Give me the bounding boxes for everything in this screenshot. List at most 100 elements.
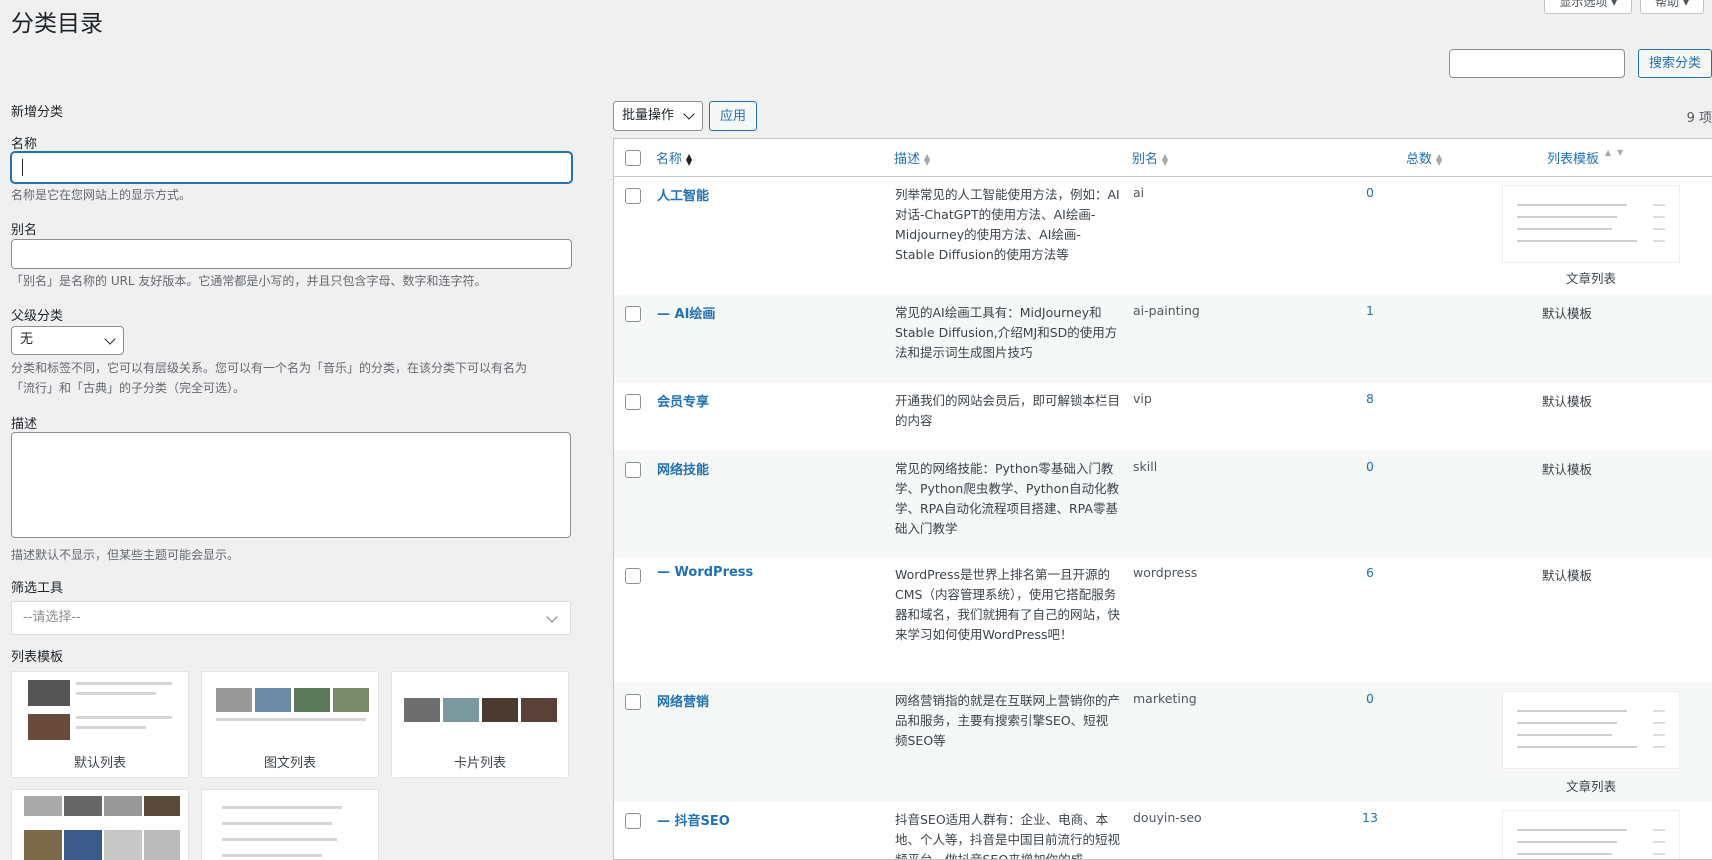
category-slug: vip <box>1133 391 1152 406</box>
text-caret <box>22 159 23 176</box>
category-name-link[interactable]: — WordPress <box>657 565 753 580</box>
page-title: 分类目录 <box>11 11 103 37</box>
table-row: — 抖音SEO 抖音SEO适用人群有：企业、电商、本地、个人等，抖音是中国目前流… <box>614 802 1712 860</box>
category-name-link[interactable]: 网络技能 <box>657 459 709 478</box>
category-count-link[interactable]: 8 <box>1355 391 1385 406</box>
thumbnail-line <box>222 838 337 841</box>
category-slug: douyin-seo <box>1133 810 1202 825</box>
row-checkbox[interactable] <box>625 462 641 478</box>
name-field[interactable] <box>11 152 572 183</box>
thumbnail-image <box>64 830 102 860</box>
select-all-checkbox[interactable] <box>625 150 641 166</box>
screen-options-bar: 显示选项 ▾ 帮助 ▾ <box>1544 0 1704 14</box>
thumbnail-image <box>294 688 330 712</box>
screen-options-tab[interactable]: 显示选项 ▾ <box>1544 0 1633 14</box>
table-row: 会员专享 开通我们的网站会员后，即可解锁本栏目的内容 vip 8 默认模板 <box>614 383 1712 451</box>
thumbnail-image <box>521 698 557 722</box>
search-categories-button[interactable]: 搜索分类 <box>1638 49 1712 78</box>
thumbnail-line <box>222 822 332 825</box>
category-name-link[interactable]: — 抖音SEO <box>657 810 730 829</box>
template-card-list[interactable]: 卡片列表 <box>391 671 569 778</box>
column-list-template[interactable]: 列表模板 ▲ ▼ <box>1547 148 1623 167</box>
description-textarea[interactable] <box>11 432 571 538</box>
thumbnail-line <box>222 854 322 857</box>
filter-tool-label: 筛选工具 <box>11 581 64 596</box>
template-name: 默认模板 <box>1541 394 1592 409</box>
row-checkbox[interactable] <box>625 813 641 829</box>
column-slug[interactable]: 别名 ▲ ▼ <box>1132 148 1168 167</box>
bulk-actions-select[interactable]: 批量操作 <box>613 101 703 131</box>
template-image-text-list[interactable]: 图文列表 <box>201 671 379 778</box>
thumbnail-image <box>333 688 369 712</box>
category-count-link[interactable]: 13 <box>1355 810 1385 825</box>
template-default-list[interactable]: 默认列表 <box>11 671 189 778</box>
row-checkbox[interactable] <box>625 188 641 204</box>
category-name-link[interactable]: — AI绘画 <box>657 303 715 322</box>
template-name: 默认模板 <box>1541 306 1592 321</box>
description-hint: 描述默认不显示，但某些主题可能会显示。 <box>11 548 240 562</box>
thumbnail-line <box>216 718 366 721</box>
template-grid-list[interactable] <box>11 789 189 860</box>
template-article-list[interactable] <box>201 789 379 860</box>
search-input[interactable] <box>1449 49 1625 78</box>
table-row: 人工智能 列举常见的人工智能使用方法，例如：AI对话-ChatGPT的使用方法、… <box>614 177 1712 295</box>
template-thumbnail <box>1502 810 1680 859</box>
thumbnail-image <box>24 830 62 860</box>
category-name-link[interactable]: 人工智能 <box>657 185 709 204</box>
column-slug-label: 别名 <box>1132 152 1159 167</box>
thumbnail-line <box>76 692 156 695</box>
slug-hint: 「别名」是名称的 URL 友好版本。它通常都是小写的，并且只包含字母、数字和连字… <box>11 274 487 288</box>
help-tab[interactable]: 帮助 ▾ <box>1640 0 1704 14</box>
category-name-link[interactable]: 网络营销 <box>657 691 709 710</box>
template-caption: 卡片列表 <box>453 756 506 771</box>
column-template-label: 列表模板 <box>1547 152 1600 167</box>
thumbnail-line <box>76 682 172 685</box>
parent-hint-line-2: 「流行」和「古典」的子分类（完全可选）。 <box>11 381 246 395</box>
thumbnail-image <box>104 830 142 860</box>
name-label: 名称 <box>11 137 38 152</box>
category-name-link[interactable]: 会员专享 <box>657 391 709 410</box>
apply-button[interactable]: 应用 <box>709 101 758 131</box>
template-name: 文章列表 <box>1565 271 1616 286</box>
category-description: 抖音SEO适用人群有：企业、电商、本地、个人等，抖音是中国目前流行的短视频平台，… <box>895 812 1121 860</box>
category-description: 开通我们的网站会员后，即可解锁本栏目的内容 <box>895 393 1121 428</box>
row-checkbox[interactable] <box>625 568 641 584</box>
description-label: 描述 <box>11 417 38 432</box>
category-count-link[interactable]: 6 <box>1355 565 1385 580</box>
template-caption: 图文列表 <box>263 756 316 771</box>
column-count[interactable]: 总数 ▲ ▼ <box>1406 148 1442 167</box>
column-name[interactable]: 名称 ▲ ▼ <box>656 148 692 167</box>
filter-tool-select[interactable]: --请选择-- <box>11 601 571 635</box>
thumbnail-image <box>144 830 180 860</box>
row-checkbox[interactable] <box>625 306 641 322</box>
category-slug: skill <box>1133 459 1158 474</box>
slug-field[interactable] <box>11 239 572 269</box>
template-name: 默认模板 <box>1541 462 1592 477</box>
category-count-link[interactable]: 0 <box>1355 185 1385 200</box>
thumbnail-image <box>216 688 252 712</box>
thumbnail-image <box>64 796 102 816</box>
template-thumbnail <box>1502 691 1680 769</box>
column-description-label: 描述 <box>894 152 921 167</box>
bulk-actions-value: 批量操作 <box>622 108 675 123</box>
item-count: 9 项 <box>1686 111 1712 126</box>
thumbnail-image <box>104 796 142 816</box>
sort-arrows-icon: ▲ ▼ <box>1162 151 1169 167</box>
category-description: 常见的AI绘画工具有：MidJourney和Stable Diffusion,介… <box>895 305 1118 360</box>
category-count-link[interactable]: 0 <box>1355 691 1385 706</box>
category-count-link[interactable]: 0 <box>1355 459 1385 474</box>
column-description[interactable]: 描述 ▲ ▼ <box>894 148 930 167</box>
table-header: 名称 ▲ ▼ 描述 ▲ ▼ 别名 ▲ ▼ 总数 ▲ ▼ 列表模板 ▲ ▼ <box>614 139 1712 177</box>
thumbnail-image <box>144 796 180 816</box>
category-slug: ai-painting <box>1133 303 1200 318</box>
category-count-link[interactable]: 1 <box>1355 303 1385 318</box>
table-row: 网络技能 常见的网络技能：Python零基础入门教学、Python爬虫教学、Py… <box>614 451 1712 557</box>
sort-arrows-icon: ▲ ▼ <box>924 151 931 167</box>
thumbnail-image <box>24 796 62 816</box>
table-row: 网络营销 网络营销指的就是在互联网上营销你的产品和服务，主要有搜索引擎SEO、短… <box>614 683 1712 802</box>
parent-category-select[interactable]: 无 <box>11 326 124 355</box>
parent-hint-line-1: 分类和标签不同，它可以有层级关系。您可以有一个名为「音乐」的分类，在该分类下可以… <box>11 361 528 375</box>
row-checkbox[interactable] <box>625 394 641 410</box>
row-checkbox[interactable] <box>625 694 641 710</box>
categories-table: 名称 ▲ ▼ 描述 ▲ ▼ 别名 ▲ ▼ 总数 ▲ ▼ 列表模板 ▲ ▼ 人工智能 列举常见的人工智… <box>613 138 1712 860</box>
